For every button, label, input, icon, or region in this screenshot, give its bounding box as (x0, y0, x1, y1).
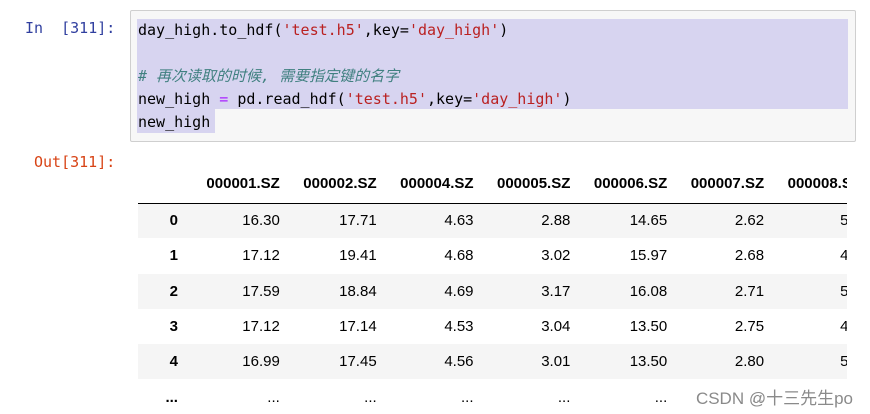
table-header-row: 000001.SZ 000002.SZ 000004.SZ 000005.SZ … (138, 165, 870, 204)
table-cell: 17.14 (339, 318, 377, 336)
table-cell: ... (557, 388, 571, 406)
input-prompt: In [311]: (25, 19, 116, 37)
column-header: 000002.SZ (288, 165, 386, 204)
table-cell: 2.68 (734, 247, 765, 265)
dataframe-table: 000001.SZ 000002.SZ 000004.SZ 000005.SZ … (138, 165, 870, 414)
table-cell: ... (461, 388, 474, 406)
operator: = (219, 90, 229, 108)
row-index: ... (165, 388, 178, 406)
string-literal: 'test.h5' (345, 90, 427, 108)
table-cell: ... (654, 388, 668, 406)
table-cell: 4.56 (444, 353, 474, 371)
table-cell: 18.84 (339, 282, 377, 300)
string-literal: 'day_high' (472, 90, 563, 108)
code-text: new_high (138, 90, 220, 108)
table-cell: 13.50 (629, 318, 668, 336)
table-cell: 4.69 (444, 282, 474, 300)
row-index: 2 (169, 282, 178, 300)
table-cell: 2.62 (734, 212, 765, 230)
code-text: day_high.to_hdf( (138, 21, 283, 39)
code-text: ) (499, 21, 509, 39)
table-cell: 16.99 (242, 353, 280, 371)
column-header: 000004.SZ (385, 165, 483, 204)
table-row: 416.9917.454.563.0113.502.805.0 (138, 344, 870, 380)
column-header: 000001.SZ (191, 165, 289, 204)
string-literal: 'test.h5' (282, 21, 364, 39)
table-cell: 4.63 (444, 212, 474, 230)
code-text: ,key= (427, 90, 473, 108)
table-cell: 3.02 (541, 247, 571, 265)
output-prompt: Out[311]: (34, 153, 116, 171)
row-index: 4 (169, 353, 178, 371)
table-cell: 17.71 (339, 212, 377, 230)
table-row: 217.5918.844.693.1716.082.715.0 (138, 273, 870, 309)
code-line-1[interactable]: day_high.to_hdf('test.h5',key='day_high'… (138, 19, 508, 41)
table-cell: 3.04 (541, 318, 571, 336)
column-header: 000006.SZ (579, 165, 677, 204)
table-cell: 16.30 (242, 212, 280, 230)
table-row: 117.1219.414.683.0215.972.684.9 (138, 238, 870, 273)
code-text: new_high (138, 113, 211, 131)
selection-highlight (137, 41, 848, 63)
code-text: pd.read_hdf( (228, 90, 346, 108)
table-cell: 19.41 (339, 247, 377, 265)
watermark: CSDN @十三先生po (695, 384, 853, 409)
row-index: 0 (169, 212, 178, 230)
output-clip-edge (847, 160, 870, 414)
table-cell: 17.45 (339, 353, 377, 371)
table-cell: 13.50 (629, 353, 668, 371)
column-header: 000007.SZ (676, 165, 774, 204)
column-header: 000005.SZ (482, 165, 580, 204)
index-header (138, 165, 192, 204)
string-literal: 'day_high' (408, 21, 500, 39)
table-cell: 17.12 (242, 318, 280, 336)
code-line-comment[interactable]: # 再次读取的时候, 需要指定键的名字 (138, 65, 399, 87)
table-cell: 2.80 (734, 353, 765, 371)
table-cell: 2.75 (734, 318, 765, 336)
table-cell: 2.71 (734, 282, 765, 300)
code-text: ,key= (363, 21, 409, 39)
table-cell: 2.88 (541, 212, 571, 230)
table-cell: 17.12 (242, 247, 280, 265)
table-cell: 4.68 (444, 247, 474, 265)
row-index: 1 (169, 247, 178, 265)
table-cell: 15.97 (629, 247, 668, 265)
table-cell: 3.17 (541, 282, 571, 300)
table-cell: 3.01 (541, 353, 571, 371)
table-cell: 4.53 (444, 318, 474, 336)
table-row: 016.3017.714.632.8814.652.625.0 (138, 203, 870, 239)
table-cell: 17.59 (242, 282, 280, 300)
table-cell: 16.08 (629, 282, 668, 300)
code-input-area[interactable]: day_high.to_hdf('test.h5',key='day_high'… (130, 10, 856, 142)
code-text: ) (562, 90, 572, 108)
code-comment: # 再次读取的时候, 需要指定键的名字 (138, 67, 400, 85)
table-cell: 14.65 (629, 212, 668, 230)
code-line-3[interactable]: new_high = pd.read_hdf('test.h5',key='da… (138, 88, 572, 110)
table-row: 317.1217.144.533.0413.502.754.9 (138, 309, 870, 344)
table-cell: ... (364, 388, 377, 406)
code-line-4[interactable]: new_high (138, 111, 210, 133)
table-cell: ... (267, 388, 280, 406)
row-index: 3 (169, 318, 178, 336)
